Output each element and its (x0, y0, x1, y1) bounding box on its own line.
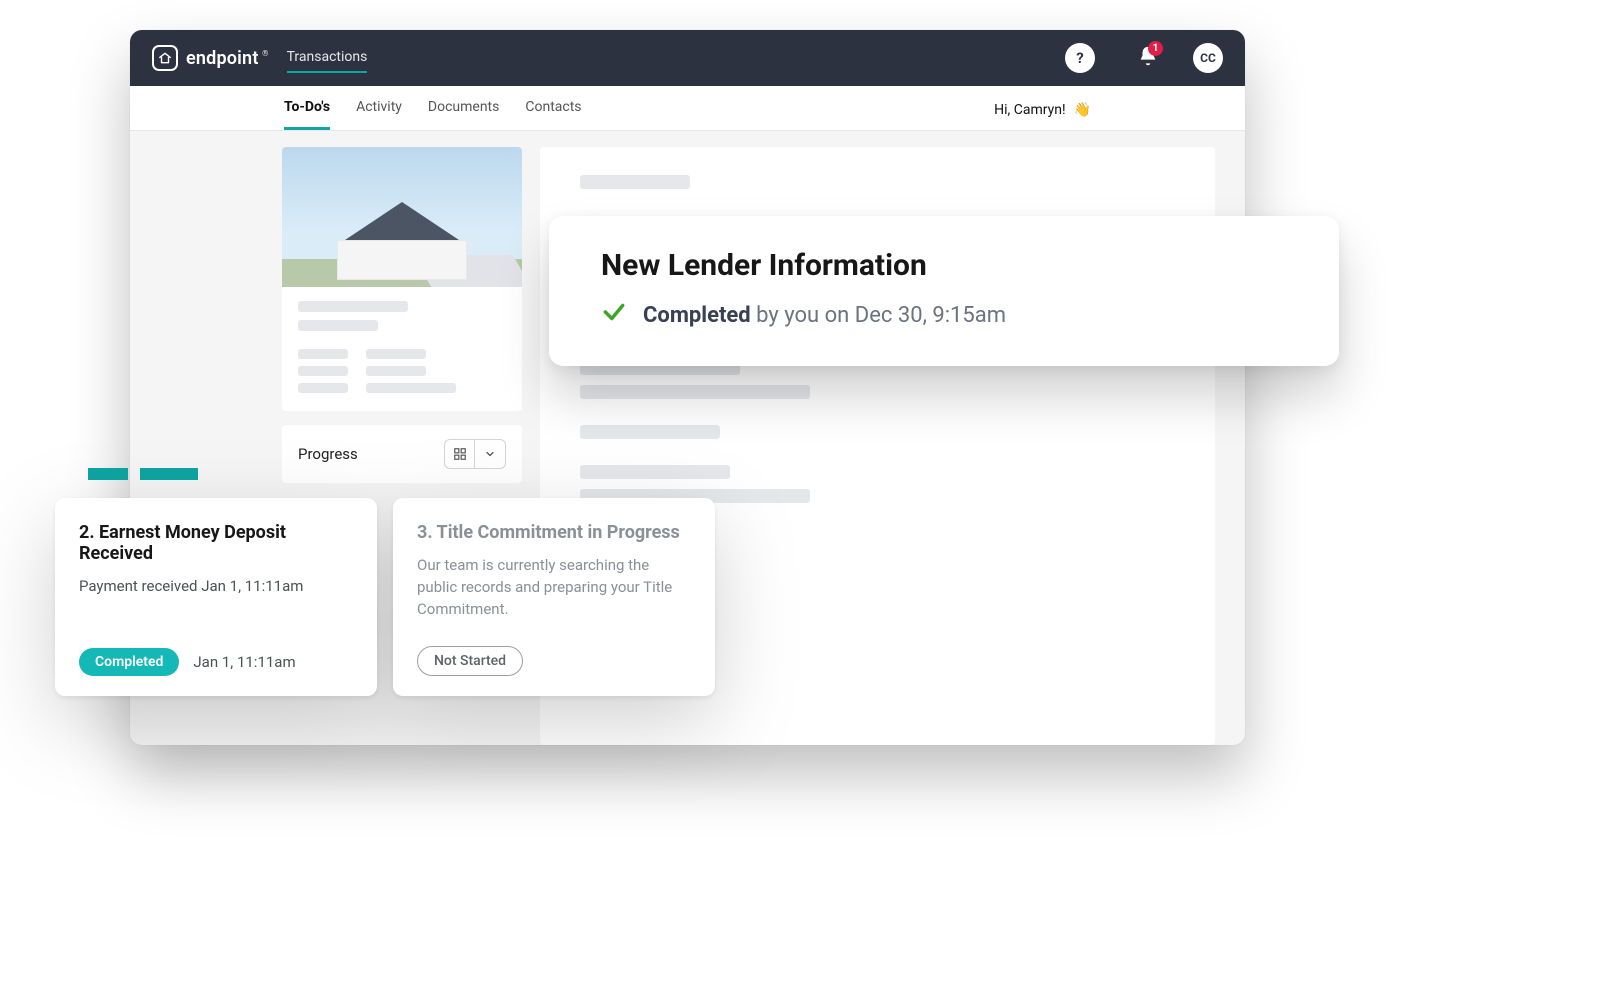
property-image (282, 147, 522, 287)
skeleton-line (580, 175, 690, 189)
property-meta-skeleton (282, 287, 522, 411)
help-icon: ? (1076, 49, 1083, 67)
card-timestamp: Jan 1, 11:11am (193, 653, 295, 671)
check-icon (601, 299, 627, 331)
property-card[interactable] (282, 147, 522, 411)
chevron-down-icon[interactable] (475, 440, 505, 468)
card-title: 3. Title Commitment in Progress (417, 522, 691, 543)
tab-todos[interactable]: To-Do's (284, 99, 330, 130)
card-subtitle: Payment received Jan 1, 11:11am (79, 576, 353, 598)
status-rest: by you on Dec 30, 9:15am (751, 303, 1006, 328)
help-button[interactable]: ? (1065, 43, 1095, 73)
progress-view-toggle[interactable] (444, 439, 506, 469)
progress-card-title-commitment[interactable]: 3. Title Commitment in Progress Our team… (393, 498, 715, 696)
tab-documents[interactable]: Documents (428, 99, 499, 130)
subnav: To-Do's Activity Documents Contacts Hi, … (130, 86, 1245, 131)
brand[interactable]: endpoint (152, 45, 259, 71)
status-badge-not-started: Not Started (417, 646, 523, 676)
grid-view-icon[interactable] (445, 440, 475, 468)
tab-activity[interactable]: Activity (356, 99, 402, 130)
callout-title: New Lender Information (601, 248, 1287, 283)
decorative-strip (88, 468, 203, 480)
progress-label: Progress (298, 445, 434, 463)
notification-badge: 1 (1148, 41, 1163, 56)
greeting-text: Hi, Camryn! (994, 102, 1065, 118)
progress-card-earnest-money[interactable]: 2. Earnest Money Deposit Received Paymen… (55, 498, 377, 696)
greeting: Hi, Camryn! 👋 (994, 102, 1091, 130)
skeleton-group (580, 425, 1175, 439)
progress-cards-callout: 2. Earnest Money Deposit Received Paymen… (55, 498, 715, 696)
skeleton-group (580, 361, 1175, 399)
notifications-button[interactable]: 1 (1137, 45, 1159, 71)
status-word: Completed (643, 303, 751, 328)
lender-info-callout: New Lender Information Completed by you … (549, 216, 1339, 366)
nav-transactions[interactable]: Transactions (287, 43, 368, 73)
wave-icon: 👋 (1074, 102, 1091, 118)
card-title: 2. Earnest Money Deposit Received (79, 522, 353, 564)
brand-text: endpoint (186, 48, 259, 69)
brand-logo-icon (152, 45, 178, 71)
avatar[interactable]: CC (1193, 43, 1223, 73)
tab-contacts[interactable]: Contacts (525, 99, 581, 130)
callout-status-row: Completed by you on Dec 30, 9:15am (601, 299, 1287, 331)
progress-header: Progress (282, 425, 522, 483)
topbar: endpoint Transactions ? 1 CC (130, 30, 1245, 86)
card-subtitle: Our team is currently searching the publ… (417, 555, 691, 620)
status-badge-completed: Completed (79, 648, 179, 676)
